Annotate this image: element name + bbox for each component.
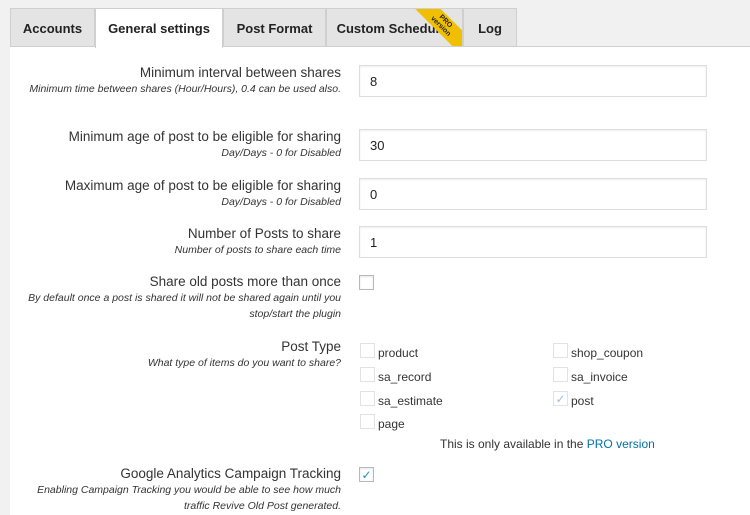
min-age-input[interactable] [359, 129, 707, 161]
setting-description: What type of items do you want to share? [147, 357, 341, 369]
setting-description: By default once a post is shared it will… [28, 292, 341, 320]
tab-label: Post Format [236, 20, 313, 36]
post-type-page-checkbox[interactable] [360, 414, 375, 429]
post-type-option-label: sa_record [378, 370, 432, 384]
post-type-option-label: sa_invoice [571, 370, 628, 384]
post-type-option-label: shop_coupon [571, 346, 644, 360]
post-type-sa-record-checkbox[interactable] [360, 367, 375, 382]
num-posts-input[interactable] [359, 226, 707, 258]
pro-note-text: This is only available in the [440, 437, 584, 451]
post-type-option-label: page [378, 417, 405, 431]
post-type-sa-invoice-checkbox[interactable] [553, 367, 568, 382]
min-interval-input[interactable] [359, 65, 707, 97]
setting-description: Minimum time between shares (Hour/Hours)… [29, 83, 341, 95]
tab-log[interactable]: Log [463, 8, 517, 47]
tab-custom-schedule[interactable]: Custom Schedule PRO version [326, 8, 463, 47]
post-type-option-label: sa_estimate [378, 394, 443, 408]
check-icon: ✓ [361, 467, 372, 482]
post-type-sa-estimate-checkbox[interactable] [360, 391, 375, 406]
tab-post-format[interactable]: Post Format [223, 8, 326, 47]
tab-general-settings[interactable]: General settings [95, 8, 223, 48]
pro-only-note: This is only available in the PRO versio… [440, 437, 655, 451]
pro-version-link[interactable]: PRO version [587, 437, 655, 451]
setting-description: Day/Days - 0 for Disabled [221, 147, 341, 159]
ga-tracking-checkbox[interactable]: ✓ [359, 467, 374, 482]
post-type-shop-coupon-checkbox[interactable] [553, 343, 568, 358]
tab-label: Log [478, 20, 502, 36]
setting-label: Post Type [281, 339, 341, 354]
setting-description: Enabling Campaign Tracking you would be … [37, 484, 341, 512]
setting-label: Minimum age of post to be eligible for s… [68, 129, 341, 144]
settings-panel: Minimum interval between shares Minimum … [10, 46, 750, 515]
tab-accounts[interactable]: Accounts [10, 8, 95, 47]
setting-label: Number of Posts to share [187, 226, 341, 241]
check-icon: ✓ [555, 391, 566, 406]
setting-label: Minimum interval between shares [139, 65, 341, 80]
post-type-post-checkbox[interactable]: ✓ [553, 391, 568, 406]
tab-bar: Accounts General settings Post Format Cu… [0, 0, 750, 48]
setting-label: Share old posts more than once [149, 274, 341, 289]
post-type-product-checkbox[interactable] [360, 343, 375, 358]
tab-label: General settings [108, 21, 210, 36]
post-type-option-label: post [571, 394, 594, 408]
setting-description: Number of posts to share each time [174, 244, 341, 256]
post-type-option-label: product [378, 346, 419, 360]
setting-label: Maximum age of post to be eligible for s… [64, 178, 341, 193]
setting-label: Google Analytics Campaign Tracking [120, 466, 341, 481]
share-more-checkbox[interactable] [359, 275, 374, 290]
tab-label: Accounts [22, 20, 83, 36]
setting-description: Day/Days - 0 for Disabled [221, 196, 341, 208]
max-age-input[interactable] [359, 178, 707, 210]
